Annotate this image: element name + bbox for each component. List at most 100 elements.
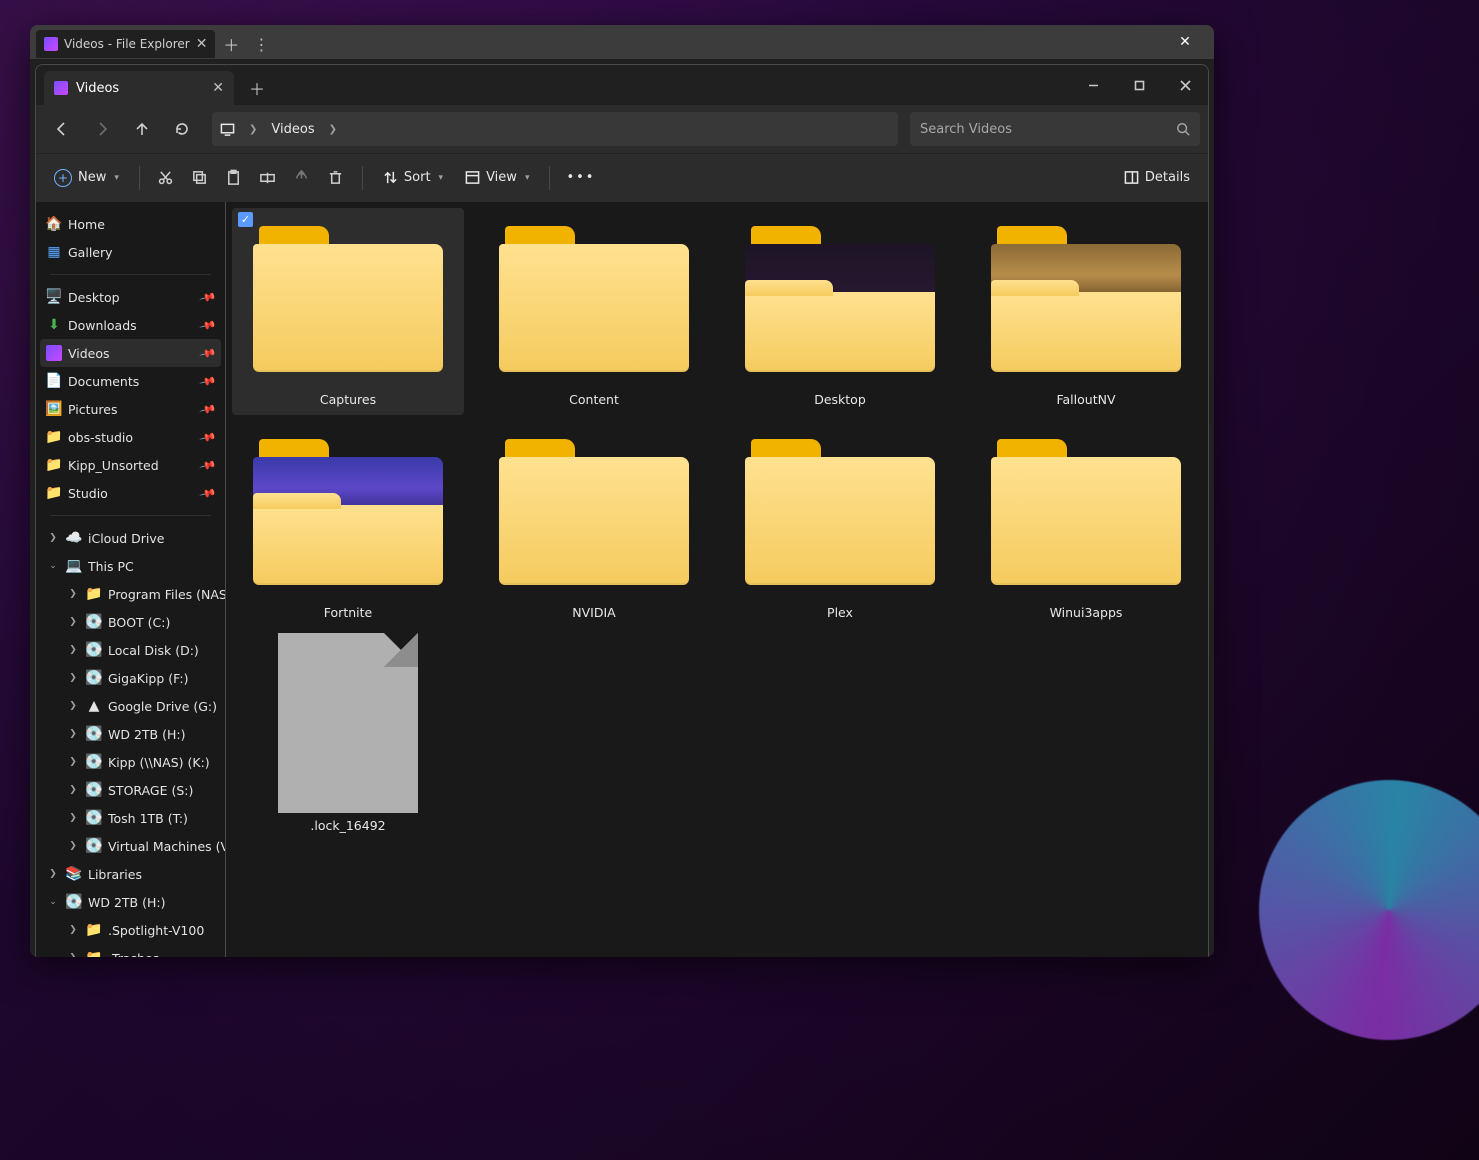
grid-item[interactable]: ✓ Captures	[232, 208, 464, 415]
sidebar-drive[interactable]: ❯▲Google Drive (G:)	[40, 692, 221, 720]
navbar: ❯ Videos ❯ Search Videos	[36, 105, 1208, 153]
pin-icon: 📌	[199, 316, 217, 334]
grid-item-label: FalloutNV	[1056, 392, 1115, 407]
plus-circle-icon: +	[54, 169, 72, 187]
cmd-rename[interactable]	[252, 162, 284, 194]
cmd-delete[interactable]	[320, 162, 352, 194]
navigation-pane[interactable]: 🏠Home▦Gallery 🖥️Desktop📌⬇Downloads📌Videos…	[36, 202, 226, 957]
nav-forward[interactable]	[84, 113, 120, 145]
content-area[interactable]: ✓ Captures Content Desktop	[226, 202, 1208, 957]
sort-icon	[383, 170, 398, 185]
grid-item[interactable]: Content	[478, 208, 710, 415]
cmd-details-label: Details	[1145, 170, 1190, 185]
sidebar-gallery[interactable]: ▦Gallery	[40, 238, 221, 266]
cmd-sort[interactable]: Sort ▾	[373, 162, 453, 194]
sidebar-drive[interactable]: ❯💽GigaKipp (F:)	[40, 664, 221, 692]
cmd-paste[interactable]	[218, 162, 250, 194]
close-icon[interactable]: ✕	[212, 80, 224, 96]
chevron-right-icon[interactable]: ❯	[245, 124, 261, 135]
search-box[interactable]: Search Videos	[910, 112, 1200, 146]
host-tab-active[interactable]: Videos - File Explorer ✕	[36, 30, 215, 58]
window-minimize[interactable]	[1070, 65, 1116, 105]
sidebar-wd-child[interactable]: ❯📁.Spotlight-V100	[40, 916, 221, 944]
nav-up[interactable]	[124, 113, 160, 145]
breadcrumb-location[interactable]: Videos	[271, 122, 314, 137]
grid-item[interactable]: Fortnite	[232, 421, 464, 628]
sidebar-quick-kipp_unsorted[interactable]: 📁Kipp_Unsorted📌	[40, 451, 221, 479]
grid-item-label: NVIDIA	[572, 605, 615, 620]
nav-refresh[interactable]	[164, 113, 200, 145]
monitor-icon	[220, 122, 235, 137]
grid-item-label: Content	[569, 392, 619, 407]
sidebar-drive[interactable]: ❯💽BOOT (C:)	[40, 608, 221, 636]
cmd-view-label: View	[486, 170, 517, 185]
sidebar-thispc[interactable]: ⌄💻This PC	[40, 552, 221, 580]
sidebar-drive[interactable]: ❯📁Program Files (NAS)	[40, 580, 221, 608]
sidebar-quick-studio[interactable]: 📁Studio📌	[40, 479, 221, 507]
view-icon	[465, 170, 480, 185]
grid-item[interactable]: Plex	[724, 421, 956, 628]
sidebar-quick-documents[interactable]: 📄Documents📌	[40, 367, 221, 395]
grid-item[interactable]: Winui3apps	[970, 421, 1202, 628]
cmd-more[interactable]: •••	[560, 162, 601, 194]
sidebar-drive[interactable]: ❯💽STORAGE (S:)	[40, 776, 221, 804]
cmd-share[interactable]	[286, 162, 318, 194]
host-window-close[interactable]: ✕	[1162, 25, 1208, 59]
cmd-new[interactable]: + New ▾	[44, 162, 129, 194]
cmd-sort-label: Sort	[404, 170, 431, 185]
sidebar-drive[interactable]: ❯💽Virtual Machines (V:)	[40, 832, 221, 860]
sidebar-icloud[interactable]: ❯☁️iCloud Drive	[40, 524, 221, 552]
sidebar-wd-child[interactable]: ❯📁.Trashes	[40, 944, 221, 957]
chevron-down-icon: ▾	[114, 173, 119, 183]
cmd-view[interactable]: View ▾	[455, 162, 539, 194]
grid-item-label: Winui3apps	[1050, 605, 1123, 620]
selection-check-icon[interactable]: ✓	[238, 212, 253, 227]
pin-icon: 📌	[199, 484, 217, 502]
host-window: Videos - File Explorer ✕ ＋ ⋮ ✕ Videos ✕ …	[30, 25, 1214, 957]
sidebar-quick-desktop[interactable]: 🖥️Desktop📌	[40, 283, 221, 311]
address-bar[interactable]: ❯ Videos ❯	[212, 112, 898, 146]
pin-icon: 📌	[199, 456, 217, 474]
sidebar-drive[interactable]: ❯💽WD 2TB (H:)	[40, 720, 221, 748]
explorer-window: Videos ✕ ＋ ❯ Videos	[35, 64, 1209, 957]
explorer-tab-active[interactable]: Videos ✕	[44, 71, 234, 105]
nav-back[interactable]	[44, 113, 80, 145]
explorer-new-tab[interactable]: ＋	[240, 71, 274, 105]
cmd-cut[interactable]	[150, 162, 182, 194]
sidebar-wd[interactable]: ⌄💽WD 2TB (H:)	[40, 888, 221, 916]
command-bar: + New ▾ Sort ▾	[36, 153, 1208, 201]
sidebar-home[interactable]: 🏠Home	[40, 210, 221, 238]
videos-icon	[54, 81, 68, 95]
videos-icon	[44, 37, 58, 51]
chevron-down-icon: ▾	[439, 173, 444, 183]
grid-item[interactable]: Desktop	[724, 208, 956, 415]
close-icon[interactable]: ✕	[196, 37, 208, 51]
search-icon	[1176, 122, 1190, 136]
host-new-tab[interactable]: ＋	[217, 30, 245, 58]
cmd-details-pane[interactable]: Details	[1114, 162, 1200, 194]
pin-icon: 📌	[199, 372, 217, 390]
cmd-new-label: New	[78, 170, 106, 185]
sidebar-drive[interactable]: ❯💽Tosh 1TB (T:)	[40, 804, 221, 832]
sidebar-drive[interactable]: ❯💽Kipp (\\NAS) (K:)	[40, 748, 221, 776]
grid-item[interactable]: FalloutNV	[970, 208, 1202, 415]
sidebar-quick-obs-studio[interactable]: 📁obs-studio📌	[40, 423, 221, 451]
grid-item-label: Fortnite	[324, 605, 372, 620]
sidebar-quick-pictures[interactable]: 🖼️Pictures📌	[40, 395, 221, 423]
grid-item-label: Captures	[320, 392, 376, 407]
sidebar-quick-downloads[interactable]: ⬇Downloads📌	[40, 311, 221, 339]
cmd-copy[interactable]	[184, 162, 216, 194]
pin-icon: 📌	[199, 428, 217, 446]
grid-item[interactable]: NVIDIA	[478, 421, 710, 628]
sidebar-quick-videos[interactable]: Videos📌	[40, 339, 221, 367]
window-maximize[interactable]	[1116, 65, 1162, 105]
sidebar-libraries[interactable]: ❯📚Libraries	[40, 860, 221, 888]
host-tab-menu[interactable]: ⋮	[247, 30, 275, 58]
sidebar-drive[interactable]: ❯💽Local Disk (D:)	[40, 636, 221, 664]
grid-item[interactable]: .lock_16492	[232, 634, 464, 841]
explorer-titlebar: Videos ✕ ＋	[36, 65, 1208, 105]
chevron-right-icon[interactable]: ❯	[325, 124, 341, 135]
explorer-tab-title: Videos	[76, 81, 119, 96]
host-tabstrip: Videos - File Explorer ✕ ＋ ⋮ ✕	[30, 25, 1214, 59]
window-close[interactable]	[1162, 65, 1208, 105]
